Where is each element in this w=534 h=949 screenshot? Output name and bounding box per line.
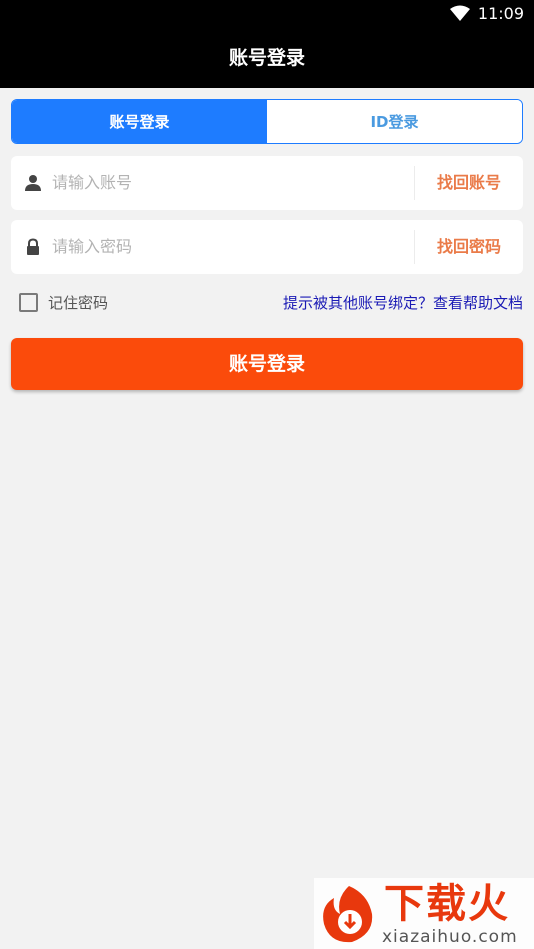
watermark-domain: xiazaihuo.com (382, 927, 518, 947)
remember-password-label: 记住密码 (48, 294, 109, 312)
user-icon (25, 175, 41, 191)
app-bar: 账号登录 (0, 28, 534, 88)
watermark: 下载火 xiazaihuo.com (314, 878, 534, 949)
login-tabs: 账号登录 ID登录 (11, 99, 523, 144)
find-password-link[interactable]: 找回密码 (415, 220, 523, 274)
find-account-link[interactable]: 找回账号 (415, 156, 523, 210)
flame-logo-icon (323, 886, 373, 943)
status-time: 11:09 (477, 4, 524, 23)
help-doc-link[interactable]: 提示被其他账号绑定？查看帮助文档 (283, 288, 523, 318)
watermark-brand: 下载火 (384, 881, 510, 927)
wifi-icon (450, 5, 470, 21)
tab-id-login[interactable]: ID登录 (267, 100, 522, 143)
account-input[interactable]: 请输入账号 (52, 156, 132, 210)
login-button[interactable]: 账号登录 (11, 338, 523, 390)
password-field[interactable]: 请输入密码 找回密码 (11, 220, 523, 274)
page-title: 账号登录 (228, 47, 305, 69)
remember-password-checkbox[interactable] (19, 293, 38, 312)
lock-icon (27, 238, 39, 255)
remember-row: 记住密码 提示被其他账号绑定？查看帮助文档 (11, 288, 523, 318)
status-bar: 11:09 (0, 0, 534, 28)
account-field[interactable]: 请输入账号 找回账号 (11, 156, 523, 210)
tab-account-login[interactable]: 账号登录 (12, 100, 267, 143)
password-input[interactable]: 请输入密码 (52, 220, 132, 274)
